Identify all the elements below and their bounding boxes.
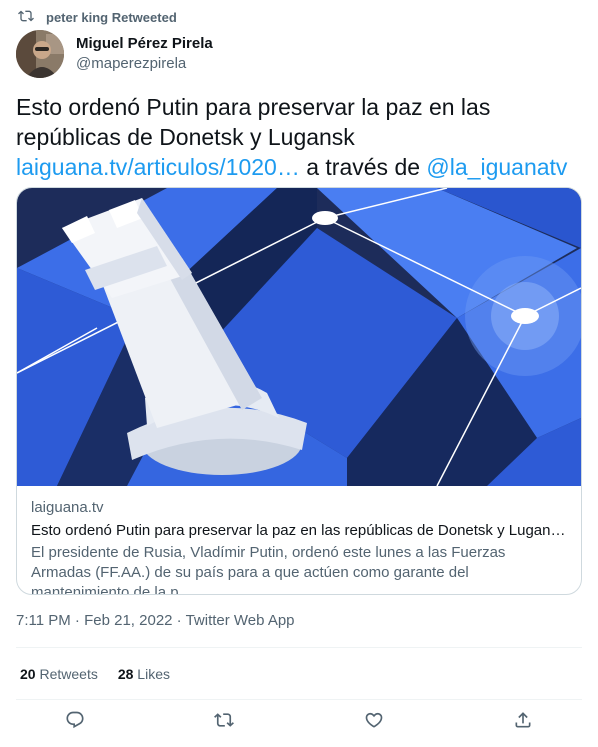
retweets-stat[interactable]: 20 Retweets: [20, 666, 98, 682]
retweet-icon: [18, 8, 34, 27]
card-description: El presidente de Rusia, Vladímir Putin, …: [31, 544, 506, 595]
tweet-source[interactable]: Twitter Web App: [186, 612, 295, 629]
meta-separator: ·: [70, 612, 85, 629]
tweet-stats: 20 Retweets 28 Likes: [20, 666, 170, 682]
likes-stat[interactable]: 28 Likes: [118, 666, 170, 682]
tweet-text-via: a través de: [299, 154, 427, 180]
retweets-label: Retweets: [39, 666, 98, 682]
card-domain: laiguana.tv: [31, 499, 104, 516]
likes-count: 28: [117, 666, 134, 682]
tweet-link[interactable]: laiguana.tv/articulos/1020…: [16, 154, 300, 180]
share-icon[interactable]: [513, 710, 533, 735]
meta-separator: ·: [172, 612, 186, 629]
reply-icon[interactable]: [65, 710, 85, 735]
tweet-meta: 7:11 PM · Feb 21, 2022 · Twitter Web App: [16, 612, 295, 629]
tweet-author: Miguel Pérez Pirela @maperezpirela: [16, 30, 213, 78]
tweet-mention[interactable]: @la_iguanatv: [426, 154, 567, 180]
retweet-context[interactable]: peter king Retweeted: [18, 8, 177, 27]
retweet-icon[interactable]: [214, 710, 235, 735]
divider: [16, 699, 582, 700]
like-icon[interactable]: [364, 710, 384, 735]
tweet-text-main: Esto ordenó Putin para preservar la paz …: [16, 94, 491, 150]
card-image: [17, 188, 581, 486]
tweet-date[interactable]: Feb 21, 2022: [84, 612, 172, 629]
tweet-time[interactable]: 7:11 PM: [16, 612, 71, 629]
retweets-count: 20: [20, 666, 36, 682]
card-title: Esto ordenó Putin para preservar la paz …: [31, 522, 567, 539]
likes-label: Likes: [137, 666, 170, 682]
author-display-name[interactable]: Miguel Pérez Pirela: [76, 34, 213, 54]
divider: [16, 647, 582, 648]
retweet-context-label: peter king Retweeted: [46, 10, 177, 25]
author-handle[interactable]: @maperezpirela: [76, 54, 213, 74]
action-bar: [0, 710, 598, 735]
avatar[interactable]: [16, 30, 64, 78]
link-card[interactable]: laiguana.tv Esto ordenó Putin para prese…: [16, 187, 582, 595]
tweet-text: Esto ordenó Putin para preservar la paz …: [16, 92, 582, 182]
